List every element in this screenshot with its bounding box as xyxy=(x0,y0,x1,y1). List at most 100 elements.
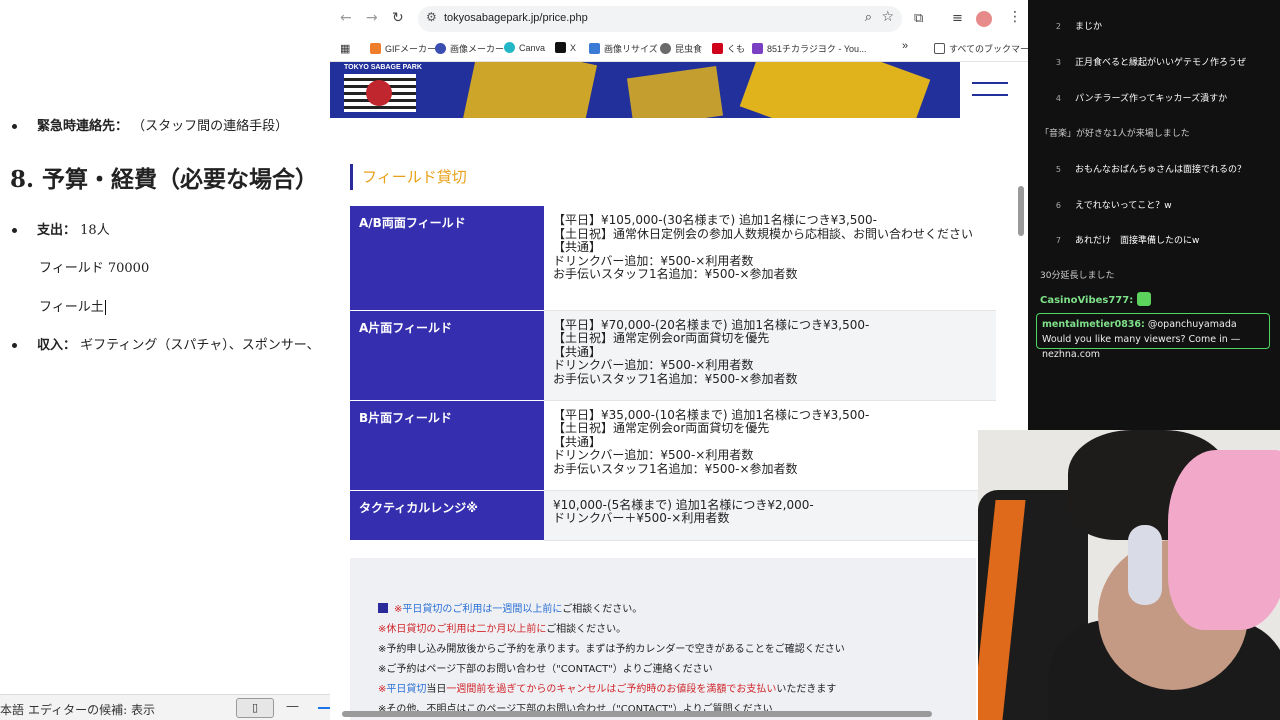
bookmark-label: 昆虫食 xyxy=(675,44,703,54)
note-text: ご相談ください。 xyxy=(562,604,643,615)
table-row: B片面フィールド 【平日】¥35,000-(10名様まで) 追加1名様につき¥3… xyxy=(350,400,996,491)
address-toolbar: ← → ↻ ⚙ tokyosabagepark.jp/price.php ⌕ ☆… xyxy=(330,0,1028,38)
hamburger-menu[interactable] xyxy=(960,62,1028,118)
media-icon[interactable]: ≡ xyxy=(952,11,963,26)
chat-rank: 4 xyxy=(1055,94,1061,103)
bookmark-image-maker[interactable]: 画像メーカー xyxy=(435,42,504,55)
chat-item: 5 おもんなおばんちゅさんは面接でれるの？ xyxy=(1028,162,1280,175)
list-item-emergency: 緊急時連絡先： （スタッフ間の連絡手段） xyxy=(12,115,288,134)
back-icon[interactable]: ← xyxy=(340,10,352,26)
bookmark-x[interactable]: X xyxy=(555,42,576,53)
chat-rank: 2 xyxy=(1055,22,1061,31)
bookmark-label: GIFメーカー xyxy=(385,44,436,54)
note-text: ご相談ください。 xyxy=(546,624,627,635)
bookmark-label: Canva xyxy=(519,43,546,53)
zoom-icon[interactable]: ⌕ xyxy=(865,10,872,25)
chat-text: あれだけ 面接準備したのにw xyxy=(1075,236,1200,246)
expense-label: 支出： xyxy=(37,223,77,238)
bookmark-canva[interactable]: Canva xyxy=(504,42,545,53)
list-item-income: 収入： ギフティング（スパチャ）、スポンサー、 xyxy=(12,334,320,353)
bookmark-label: くも xyxy=(727,44,746,54)
headphones-icon xyxy=(1128,525,1162,605)
apps-grid-icon[interactable]: ▦ xyxy=(340,42,350,55)
income-label: 収入： xyxy=(37,338,77,353)
bullet-icon xyxy=(12,124,17,129)
square-icon xyxy=(378,603,388,613)
note-holiday: ※休日貸切のご利用は二か月以上前にご相談ください。 xyxy=(378,620,626,635)
bullet-icon xyxy=(12,343,17,348)
profile-avatar[interactable] xyxy=(976,11,992,27)
income-value: ギフティング（スパチャ）、スポンサー、 xyxy=(80,338,320,353)
field-line: フィールド 70000 xyxy=(39,261,150,276)
note-reservation: ※予約申し込み開放後からご予約を承ります。まずは予約カレンダーで空きがあることを… xyxy=(378,644,845,655)
note-highlight: 平日貸切 xyxy=(386,684,427,695)
omnibox[interactable]: ⚙ tokyosabagepark.jp/price.php ⌕ ☆ xyxy=(418,6,902,32)
image-resize-icon xyxy=(589,43,600,54)
editor-suggestions[interactable]: エディターの候補: 表示 xyxy=(28,701,155,718)
vertical-scrollbar[interactable] xyxy=(1018,186,1024,236)
yahoo-icon xyxy=(712,43,723,54)
price-table: A/B両面フィールド 【平日】¥105,000-(30名様まで) 追加1名様につ… xyxy=(350,206,996,541)
bookmark-kumo[interactable]: くも xyxy=(712,42,745,55)
webcam-overlay xyxy=(978,430,1280,720)
bookmark-star-icon[interactable]: ☆ xyxy=(881,9,894,25)
bullet-icon xyxy=(12,228,17,233)
username-text: CasinoVibes777: xyxy=(1040,295,1134,306)
note-text: 当日 xyxy=(426,684,447,695)
chat-item: 4 パンチラーズ作ってキッカーズ潰すか xyxy=(1028,91,1280,104)
browser-window: ← → ↻ ⚙ tokyosabagepark.jp/price.php ⌕ ☆… xyxy=(330,0,1028,720)
note-highlight: 一週間前を過ぎてからのキャンセルはご予約時のお値段を満額でお支払い xyxy=(446,684,777,695)
row-label: B片面フィールド xyxy=(350,400,544,491)
emergency-label: 緊急時連絡先： xyxy=(37,119,129,134)
bookmarks-overflow[interactable]: » xyxy=(902,40,908,52)
bookmark-insect[interactable]: 昆虫食 xyxy=(660,42,702,55)
site-header-banner: TOKYO SABAGE PARK xyxy=(330,62,960,118)
document-editor: 緊急時連絡先： （スタッフ間の連絡手段） 8. 予算・経費（必要な場合） 支出：… xyxy=(0,0,330,720)
system-message: 30分延長しました xyxy=(1040,271,1115,281)
bookmarks-bar: ▦ GIFメーカー 画像メーカー Canva X 画像リサイズ 昆虫食 くも 8… xyxy=(330,38,1028,62)
table-row: タクティカルレンジ※ ¥10,000-(5名様まで) 追加1名様につき¥2,00… xyxy=(350,490,996,541)
horizontal-scrollbar[interactable] xyxy=(342,711,932,717)
bookmark-label: 画像メーカー xyxy=(450,44,505,54)
table-row: A片面フィールド 【平日】¥70,000-(20名様まで) 追加1名様につき¥3… xyxy=(350,310,996,401)
menu-line xyxy=(972,82,1008,84)
chat-rank: 5 xyxy=(1055,165,1061,174)
bookmark-youtube[interactable]: 851チカラジヨク - You... xyxy=(752,42,867,55)
bookmark-resize[interactable]: 画像リサイズ xyxy=(589,42,658,55)
header-paint xyxy=(739,62,931,118)
chat-panel: 2 まじか 3 正月食べると縁起がいいゲテモノ作ろうぜ 4 パンチラーズ作ってキッカー… xyxy=(1028,0,1280,430)
editor-status-bar: 本語 エディターの候補: 表示 ▯ — xyxy=(0,694,330,720)
zoom-out-icon[interactable]: — xyxy=(286,699,299,714)
bookmark-label: 851チカラジヨク - You... xyxy=(767,44,867,54)
editing-line[interactable]: フィール土 xyxy=(39,296,106,315)
reload-icon[interactable]: ↻ xyxy=(392,10,404,26)
zoom-slider[interactable] xyxy=(318,707,330,709)
table-row: A/B両面フィールド 【平日】¥105,000-(30名様まで) 追加1名様につ… xyxy=(350,206,996,311)
chat-text: まじか xyxy=(1075,22,1103,32)
note-text: いただきます xyxy=(776,684,837,695)
row-label: A片面フィールド xyxy=(350,310,544,401)
row-label: タクティカルレンジ※ xyxy=(350,490,544,541)
bookmark-label: 画像リサイズ xyxy=(604,44,658,54)
language-indicator[interactable]: 本語 xyxy=(0,701,24,718)
bookmark-gif[interactable]: GIFメーカー xyxy=(370,42,436,55)
section-title: フィールド貸切 xyxy=(350,164,467,190)
flag-sun-icon xyxy=(366,80,392,106)
row-label: A/B両面フィールド xyxy=(350,206,544,311)
chat-item: 2 まじか xyxy=(1028,19,1280,32)
chat-text: パンチラーズ作ってキッカーズ潰すか xyxy=(1075,94,1228,104)
site-logo-flag[interactable] xyxy=(344,74,416,112)
extensions-icon[interactable]: ⧉ xyxy=(914,11,923,26)
url-text[interactable]: tokyosabagepark.jp/price.php xyxy=(444,12,588,24)
forward-icon[interactable]: → xyxy=(366,10,378,26)
all-bookmarks-folder[interactable]: すべてのブックマーク xyxy=(934,42,1028,55)
chat-item: 3 正月食べると縁起がいいゲテモノ作ろうぜ xyxy=(1028,55,1280,68)
chat-text: 正月食べると縁起がいいゲテモノ作ろうぜ xyxy=(1075,58,1247,68)
menu-kebab-icon[interactable]: ⋮ xyxy=(1008,9,1022,25)
header-paint xyxy=(626,65,724,118)
field-partial: フィール土 xyxy=(39,300,104,315)
site-info-icon[interactable]: ⚙ xyxy=(426,10,437,24)
notes-box: ※平日貸切のご利用は一週間以上前にご相談ください。 ※休日貸切のご利用は二か月以… xyxy=(350,558,976,720)
insect-food-icon xyxy=(660,43,671,54)
page-view-button[interactable]: ▯ xyxy=(236,698,274,718)
